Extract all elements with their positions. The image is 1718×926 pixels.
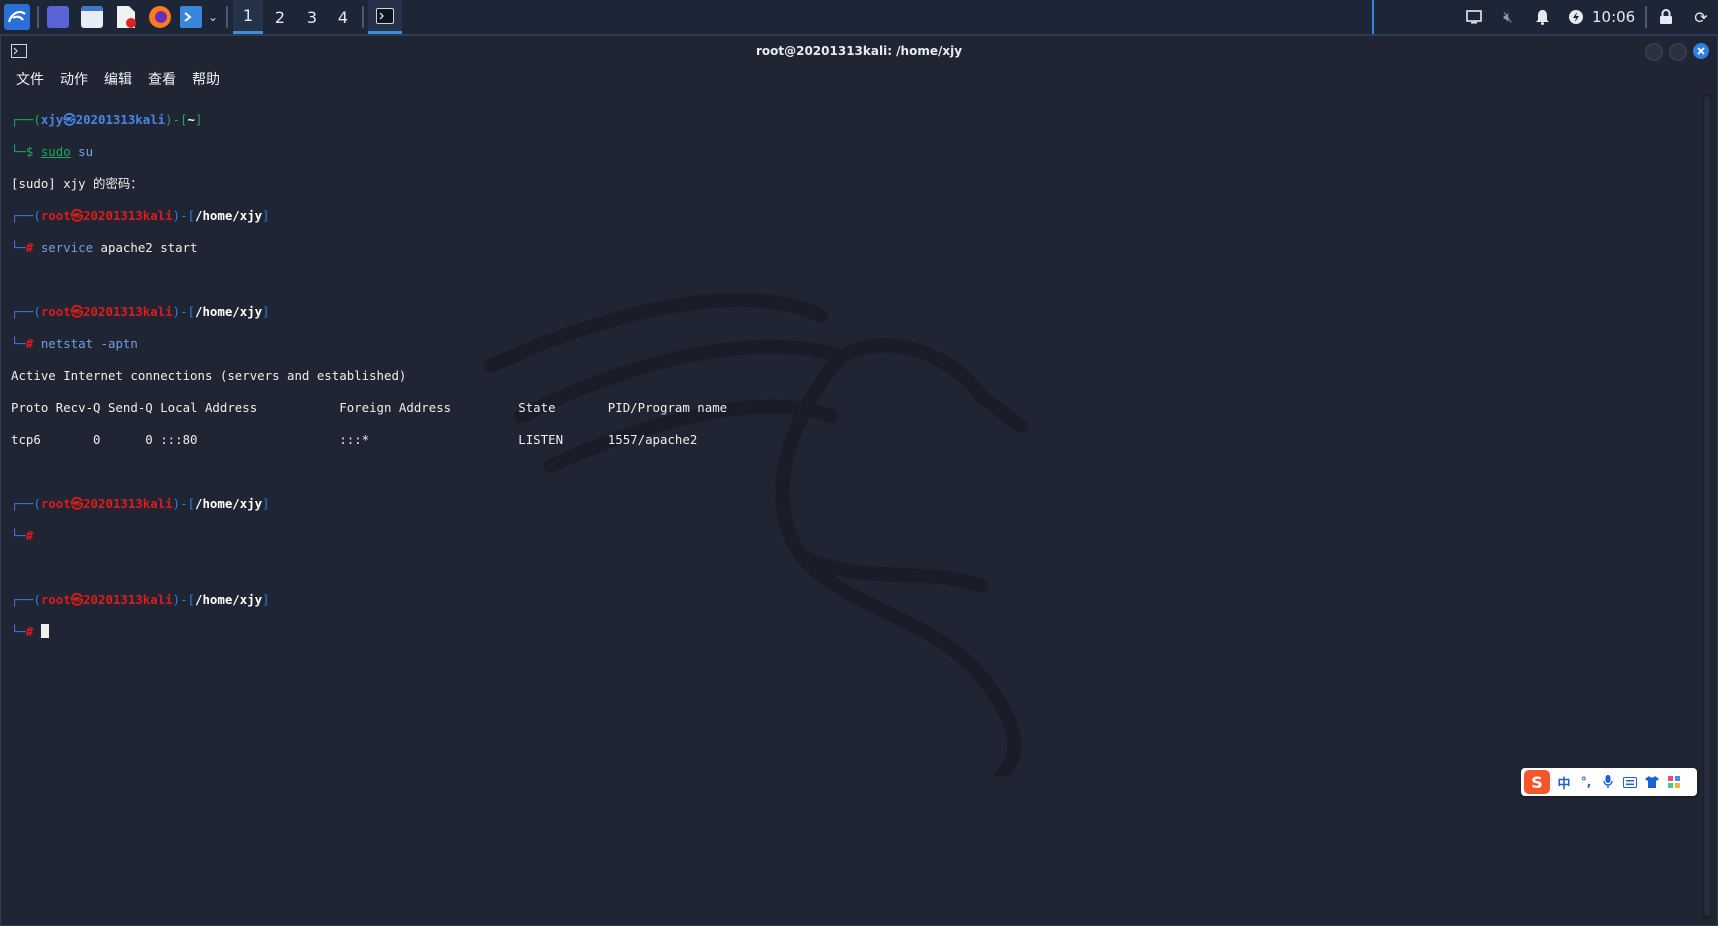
- menu-file[interactable]: 文件: [16, 66, 44, 94]
- top-panel: ⌄ 1 2 3 4 🔇︎ 10:06 ⟳: [0, 0, 1718, 35]
- output-line: [sudo] xjy 的密码：: [11, 176, 143, 191]
- firefox-icon[interactable]: [146, 0, 174, 34]
- file-manager-icon[interactable]: [78, 0, 106, 34]
- close-button[interactable]: [1693, 43, 1709, 59]
- kali-menu-icon[interactable]: [2, 0, 32, 34]
- output-line: Proto Recv-Q Send-Q Local Address Foreig…: [11, 400, 728, 415]
- menu-bar: 文件 动作 编辑 查看 帮助: [1, 66, 1717, 94]
- workspace-4[interactable]: 4: [328, 0, 358, 34]
- lock-icon[interactable]: [1654, 0, 1678, 34]
- workspace-2[interactable]: 2: [265, 0, 295, 34]
- clock[interactable]: 10:06: [1592, 0, 1635, 34]
- prompt-line: ┌──(xjy㉿20201313kali)-[~]: [11, 112, 203, 127]
- microphone-icon[interactable]: [1597, 768, 1619, 796]
- desktop-icon[interactable]: [44, 0, 72, 34]
- prompt-line: ┌──(root㉿20201313kali)-[/home/xjy]: [11, 592, 270, 607]
- command-line: └─$ sudo su: [11, 144, 94, 159]
- power-manager-icon[interactable]: [1565, 0, 1587, 34]
- display-icon[interactable]: [1462, 0, 1486, 34]
- notification-bell-icon[interactable]: [1530, 0, 1554, 34]
- maximize-button[interactable]: [1669, 43, 1687, 61]
- terminal-window: root@20201313kali: /home/xjy 文件 动作 编辑 查看…: [0, 35, 1718, 926]
- toolbox-grid-icon[interactable]: [1663, 768, 1685, 796]
- command-line: └─#: [11, 528, 34, 543]
- text-editor-icon[interactable]: [112, 0, 140, 34]
- command-line: └─# service apache2 start: [11, 240, 198, 255]
- keyboard-icon[interactable]: [1619, 768, 1641, 796]
- menu-view[interactable]: 查看: [148, 66, 176, 94]
- output-line: tcp6 0 0 :::80 :::* LISTEN 1557/apache2: [11, 432, 698, 447]
- workspace-1[interactable]: 1: [233, 0, 263, 34]
- chevron-down-icon[interactable]: ⌄: [204, 0, 222, 34]
- volume-muted-icon[interactable]: 🔇︎: [1496, 0, 1520, 34]
- workspace-3[interactable]: 3: [297, 0, 327, 34]
- prompt-line: ┌──(root㉿20201313kali)-[/home/xjy]: [11, 208, 270, 223]
- window-title: root@20201313kali: /home/xjy: [755, 44, 963, 58]
- text-cursor: [40, 624, 49, 638]
- output-line: Active Internet connections (servers and…: [11, 368, 407, 383]
- menu-edit[interactable]: 编辑: [104, 66, 132, 94]
- menu-help[interactable]: 帮助: [192, 66, 220, 94]
- ime-mode-toggle[interactable]: 中: [1553, 768, 1575, 796]
- command-line: └─#: [11, 624, 1691, 640]
- terminal-icon[interactable]: [178, 0, 204, 34]
- prompt-line: ┌──(root㉿20201313kali)-[/home/xjy]: [11, 496, 270, 511]
- minimize-button[interactable]: [1645, 43, 1663, 61]
- sogou-logo-icon[interactable]: S: [1521, 768, 1553, 796]
- terminal-task-icon[interactable]: [368, 0, 402, 34]
- scrollbar[interactable]: [1703, 94, 1711, 919]
- prompt-line: ┌──(root㉿20201313kali)-[/home/xjy]: [11, 304, 270, 319]
- ime-punct-toggle[interactable]: °,: [1575, 768, 1597, 796]
- menu-action[interactable]: 动作: [60, 66, 88, 94]
- close-icon: [1697, 47, 1705, 55]
- ime-toolbar[interactable]: S 中 °,: [1521, 768, 1697, 796]
- terminal-output[interactable]: ┌──(xjy㉿20201313kali)-[~] └─$ sudo su [s…: [11, 96, 1691, 916]
- skin-shirt-icon[interactable]: [1641, 768, 1663, 796]
- title-bar[interactable]: root@20201313kali: /home/xjy: [1, 36, 1717, 66]
- command-line: └─# netstat -aptn: [11, 336, 138, 351]
- logout-icon[interactable]: ⟳: [1688, 0, 1714, 34]
- scrollbar-thumb[interactable]: [1704, 96, 1710, 916]
- cpu-graph: [1372, 0, 1374, 34]
